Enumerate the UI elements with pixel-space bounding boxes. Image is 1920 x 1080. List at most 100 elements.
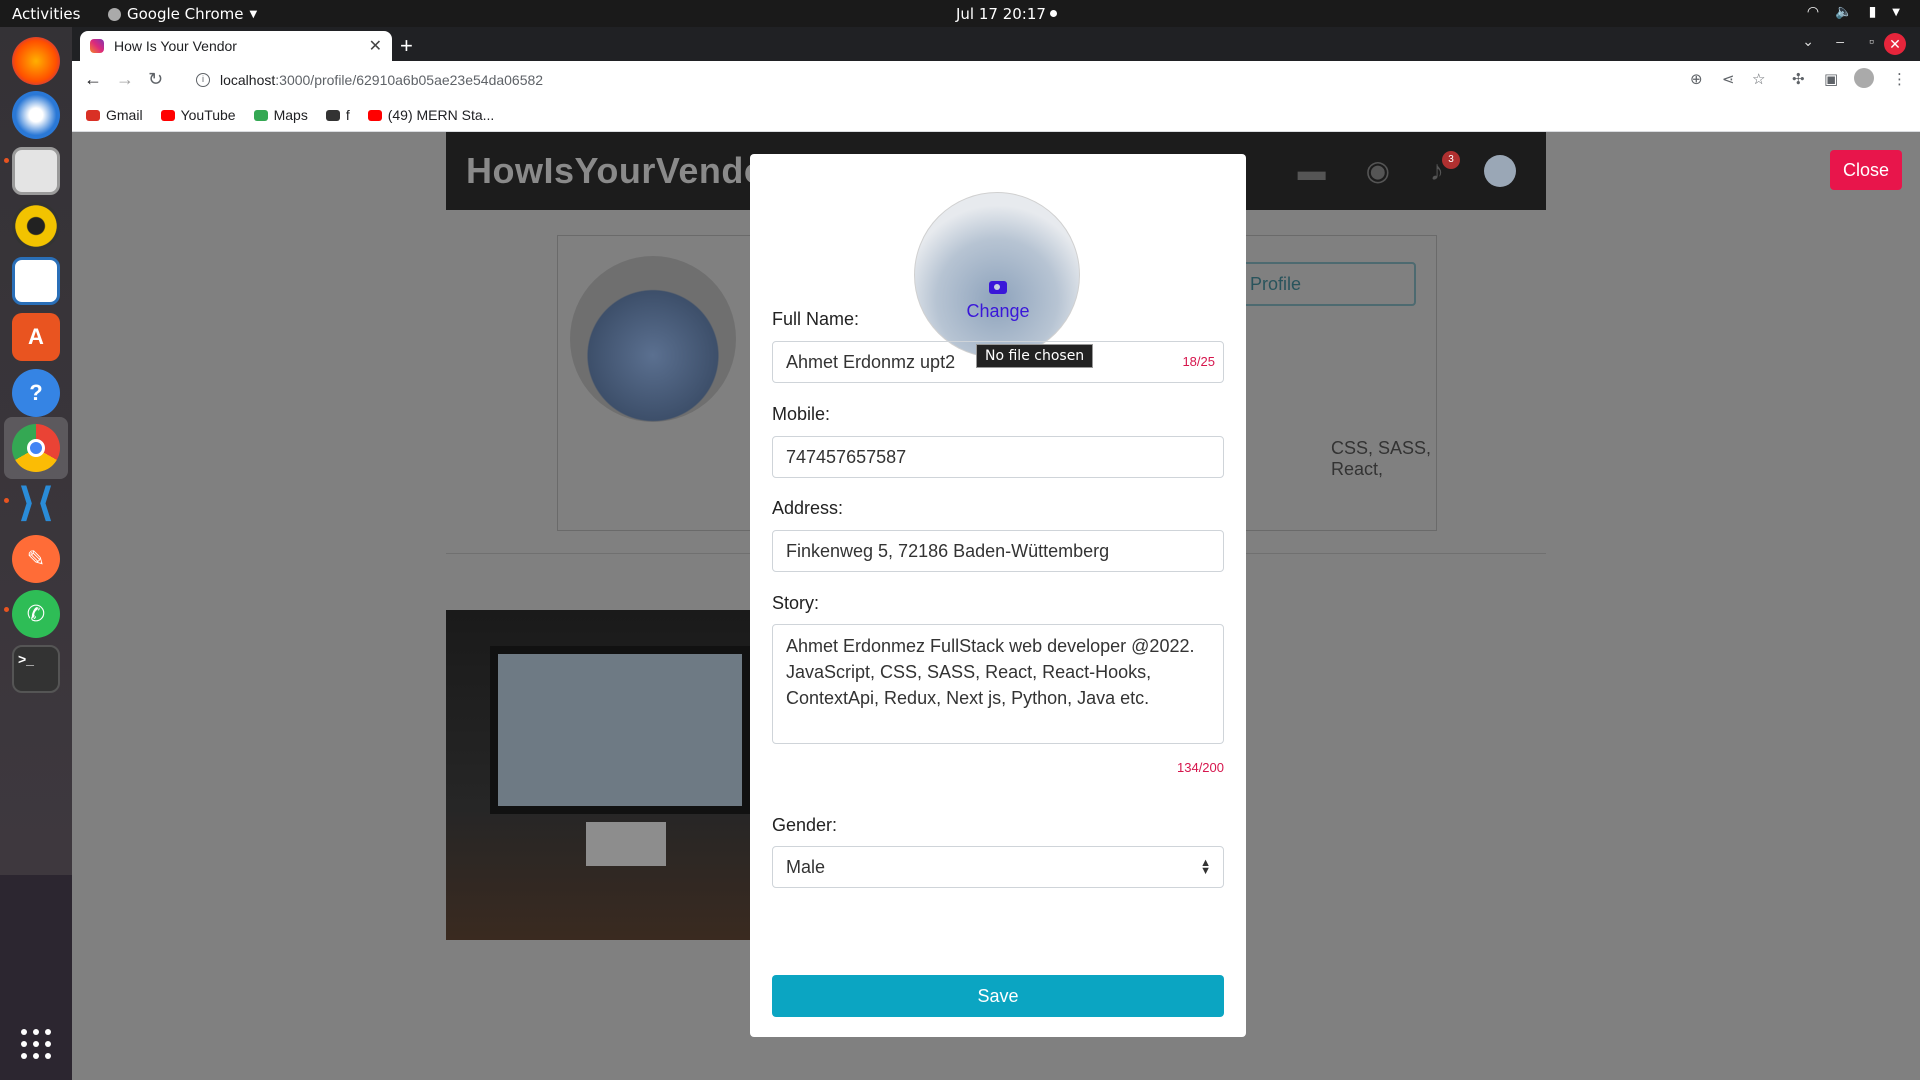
notification-dot [1050,10,1057,17]
postman-icon[interactable]: ✎ [12,535,60,583]
full-name-value: Ahmet Erdonmz upt2 [786,351,956,372]
instagram-favicon-icon [90,39,104,53]
avatar-upload[interactable]: Change [914,192,1080,358]
close-tab-icon[interactable]: ✕ [369,36,382,56]
zoom-icon[interactable]: ⊕ [1690,70,1703,88]
whatsapp-icon[interactable]: ✆ [12,590,60,638]
chevron-down-icon: ▼ [249,8,258,20]
running-indicator [4,158,9,163]
running-indicator [4,498,9,503]
browser-window: How Is Your Vendor ✕ + ⌄ – ▫ ✕ ← → ↻ i l… [72,27,1920,132]
show-apps-icon[interactable] [21,1029,51,1059]
save-button[interactable]: Save [772,975,1224,1017]
chevron-down-icon: ▼ [1892,6,1900,18]
bookmark-star-icon[interactable]: ☆ [1752,70,1765,88]
firefox-icon[interactable] [12,37,60,85]
writer-icon[interactable] [12,257,60,305]
story-counter: 134/200 [1177,760,1224,775]
activities-button[interactable]: Activities [12,5,80,23]
story-value: Ahmet Erdonmez FullStack web developer @… [786,636,1195,708]
address-input[interactable]: Finkenweg 5, 72186 Baden-Wüttemberg [772,530,1224,572]
mobile-input[interactable]: 747457657587 [772,436,1224,478]
thunderbird-icon[interactable] [12,91,60,139]
gender-select[interactable]: Male ▲ ▼ [772,846,1224,888]
full-name-label: Full Name: [772,309,860,329]
chrome-small-icon [108,7,121,21]
terminal-icon[interactable]: >_ [12,645,60,693]
bookmark-maps[interactable]: Maps [253,107,308,123]
youtube-icon [160,109,175,121]
app-menu[interactable]: Google Chrome ▼ [108,5,257,23]
dock: A ? ⟩⟨ ✎ ✆ >_ [0,27,72,1080]
address-label: Address: [772,498,844,518]
window-close-icon[interactable]: ✕ [1884,33,1906,55]
edit-profile-modal: Change No file chosen Full Name: Ahmet E… [750,154,1246,1037]
chrome-center-icon [27,439,45,457]
address-value: Finkenweg 5, 72186 Baden-Wüttemberg [786,540,1110,561]
software-center-icon[interactable]: A [12,313,60,361]
bookmark-label: YouTube [180,107,236,123]
profile-story-text: CSS, SASS, React, [1331,438,1432,479]
files-icon[interactable] [12,147,60,195]
clock[interactable]: Jul 17 20:17 [956,5,1046,23]
back-icon[interactable]: ← [84,69,102,90]
youtube-icon [367,109,382,121]
user-avatar[interactable] [1484,154,1516,187]
brand-logo[interactable]: HowIsYourVendo [466,150,766,192]
side-panel-icon[interactable]: ▣ [1824,70,1838,88]
full-name-counter: 18/25 [1182,354,1215,369]
system-top-bar: Activities Google Chrome ▼ Jul 17 20:17 … [0,0,1920,27]
tab-title: How Is Your Vendor [114,38,237,54]
extensions-icon[interactable]: ✣ [1792,70,1805,88]
share-icon[interactable]: ⋖ [1722,70,1735,88]
system-tray[interactable]: ◠ 🔈 ▮ ▼ [1807,4,1900,20]
vscode-icon[interactable]: ⟩⟨ [12,479,60,527]
select-arrows-icon: ▲ ▼ [1200,857,1211,877]
close-modal-button[interactable]: Close [1830,150,1902,190]
full-name-input[interactable]: Ahmet Erdonmz upt2 18/25 [772,341,1224,383]
gmail-icon [86,109,100,121]
browser-tab[interactable]: How Is Your Vendor ✕ [80,31,392,61]
app-menu-label: Google Chrome [127,5,244,23]
minimize-icon[interactable]: – [1836,33,1844,49]
bookmark-label: f [345,107,350,123]
edit-profile-button[interactable]: it Profile [1216,262,1416,306]
change-avatar-label[interactable]: Change [915,301,1079,322]
url-host: localhost [220,72,276,88]
page-content: HowIsYourVendo ▬ ◉ ♪ 3 it Profile CSS, SA… [72,132,1920,1080]
bookmark-label: (49) MERN Sta... [387,107,495,123]
compass-icon[interactable]: ◉ [1366,154,1390,187]
nav-icons: ▬ ◉ ♪ 3 [1298,150,1516,187]
messages-icon[interactable]: ▬ [1298,155,1326,187]
notification-badge: 3 [1442,150,1460,169]
new-tab-button[interactable]: + [400,33,413,59]
bookmark-gmail[interactable]: Gmail [86,107,143,123]
profile-avatar-icon[interactable] [1854,68,1874,88]
gender-value: Male [786,856,826,877]
bookmark-label: Gmail [106,107,143,123]
rhythmbox-icon[interactable] [12,202,60,250]
address-bar[interactable]: i localhost:3000/profile/62910a6b05ae23e… [182,65,1762,95]
chrome-icon[interactable] [12,424,60,472]
bookmark-image-icon [325,109,340,121]
bell-icon[interactable]: ♪ 3 [1430,150,1460,187]
reload-icon[interactable]: ↻ [148,69,163,90]
bookmarks-bar: Gmail YouTube Maps f (49) MERN Sta... [72,99,1920,132]
story-textarea[interactable]: Ahmet Erdonmez FullStack web developer @… [772,624,1224,744]
battery-icon: ▮ [1868,4,1877,20]
forward-icon[interactable]: → [116,69,134,90]
volume-icon: 🔈 [1835,4,1853,20]
tab-search-icon[interactable]: ⌄ [1802,33,1814,50]
bookmark-f[interactable]: f [325,107,350,123]
maps-icon [253,109,268,121]
camera-icon [989,281,1007,294]
bookmark-youtube[interactable]: YouTube [160,107,236,123]
url-path: :3000/profile/62910a6b05ae23e54da06582 [275,72,544,88]
bookmark-label: Maps [273,107,308,123]
more-menu-icon[interactable]: ⋮ [1892,70,1907,88]
info-icon[interactable]: i [196,73,210,87]
gender-label: Gender: [772,815,838,835]
bookmark-mern[interactable]: (49) MERN Sta... [367,107,495,123]
help-icon[interactable]: ? [12,369,60,417]
restore-icon[interactable]: ▫ [1869,33,1874,49]
